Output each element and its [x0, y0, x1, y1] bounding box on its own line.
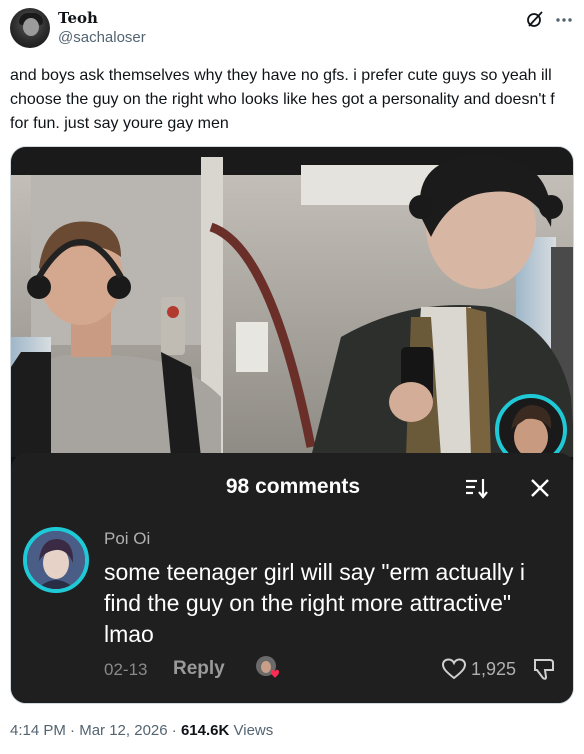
tweet-time[interactable]: 4:14 PM: [10, 722, 66, 739]
author-name[interactable]: Teoh: [58, 9, 98, 27]
author-handle[interactable]: @sachaloser: [58, 29, 146, 46]
meta-separator: ·: [171, 722, 177, 739]
heart-icon[interactable]: [441, 657, 467, 681]
creator-liked-avatar: [256, 656, 279, 678]
more-icon[interactable]: [554, 10, 574, 28]
commenter-avatar[interactable]: [23, 527, 89, 593]
grok-slash-icon[interactable]: [526, 10, 544, 28]
tweet-meta: 4:14 PM · Mar 12, 2026 · 614.6K Views: [10, 722, 273, 739]
comment-text: some teenager girl will say "erm actuall…: [104, 559, 526, 647]
sort-icon[interactable]: [463, 475, 489, 501]
tweet-date[interactable]: Mar 12, 2026: [79, 722, 167, 739]
close-icon[interactable]: [529, 477, 551, 499]
tweet-header: Teoh @sachaloser: [10, 8, 574, 52]
tweet-media[interactable]: 98 comments Poi Oi some teenager girl wi…: [10, 146, 574, 704]
comment-date: 02-13: [104, 660, 148, 679]
tweet-text: and boys ask themselves why they have no…: [10, 67, 555, 132]
like-count: 1,925: [471, 659, 517, 679]
dislike-icon[interactable]: [531, 656, 557, 682]
views-label: Views: [233, 722, 274, 739]
author-avatar[interactable]: [10, 8, 50, 48]
reply-button[interactable]: Reply: [173, 658, 225, 680]
commenter-name[interactable]: Poi Oi: [104, 529, 150, 549]
comments-count-title: 98 comments: [225, 475, 361, 498]
meta-separator: ·: [70, 722, 76, 739]
views-count: 614.6K: [180, 722, 230, 739]
comments-panel: 98 comments Poi Oi some teenager girl wi…: [11, 453, 573, 703]
train-photo[interactable]: [11, 147, 574, 457]
